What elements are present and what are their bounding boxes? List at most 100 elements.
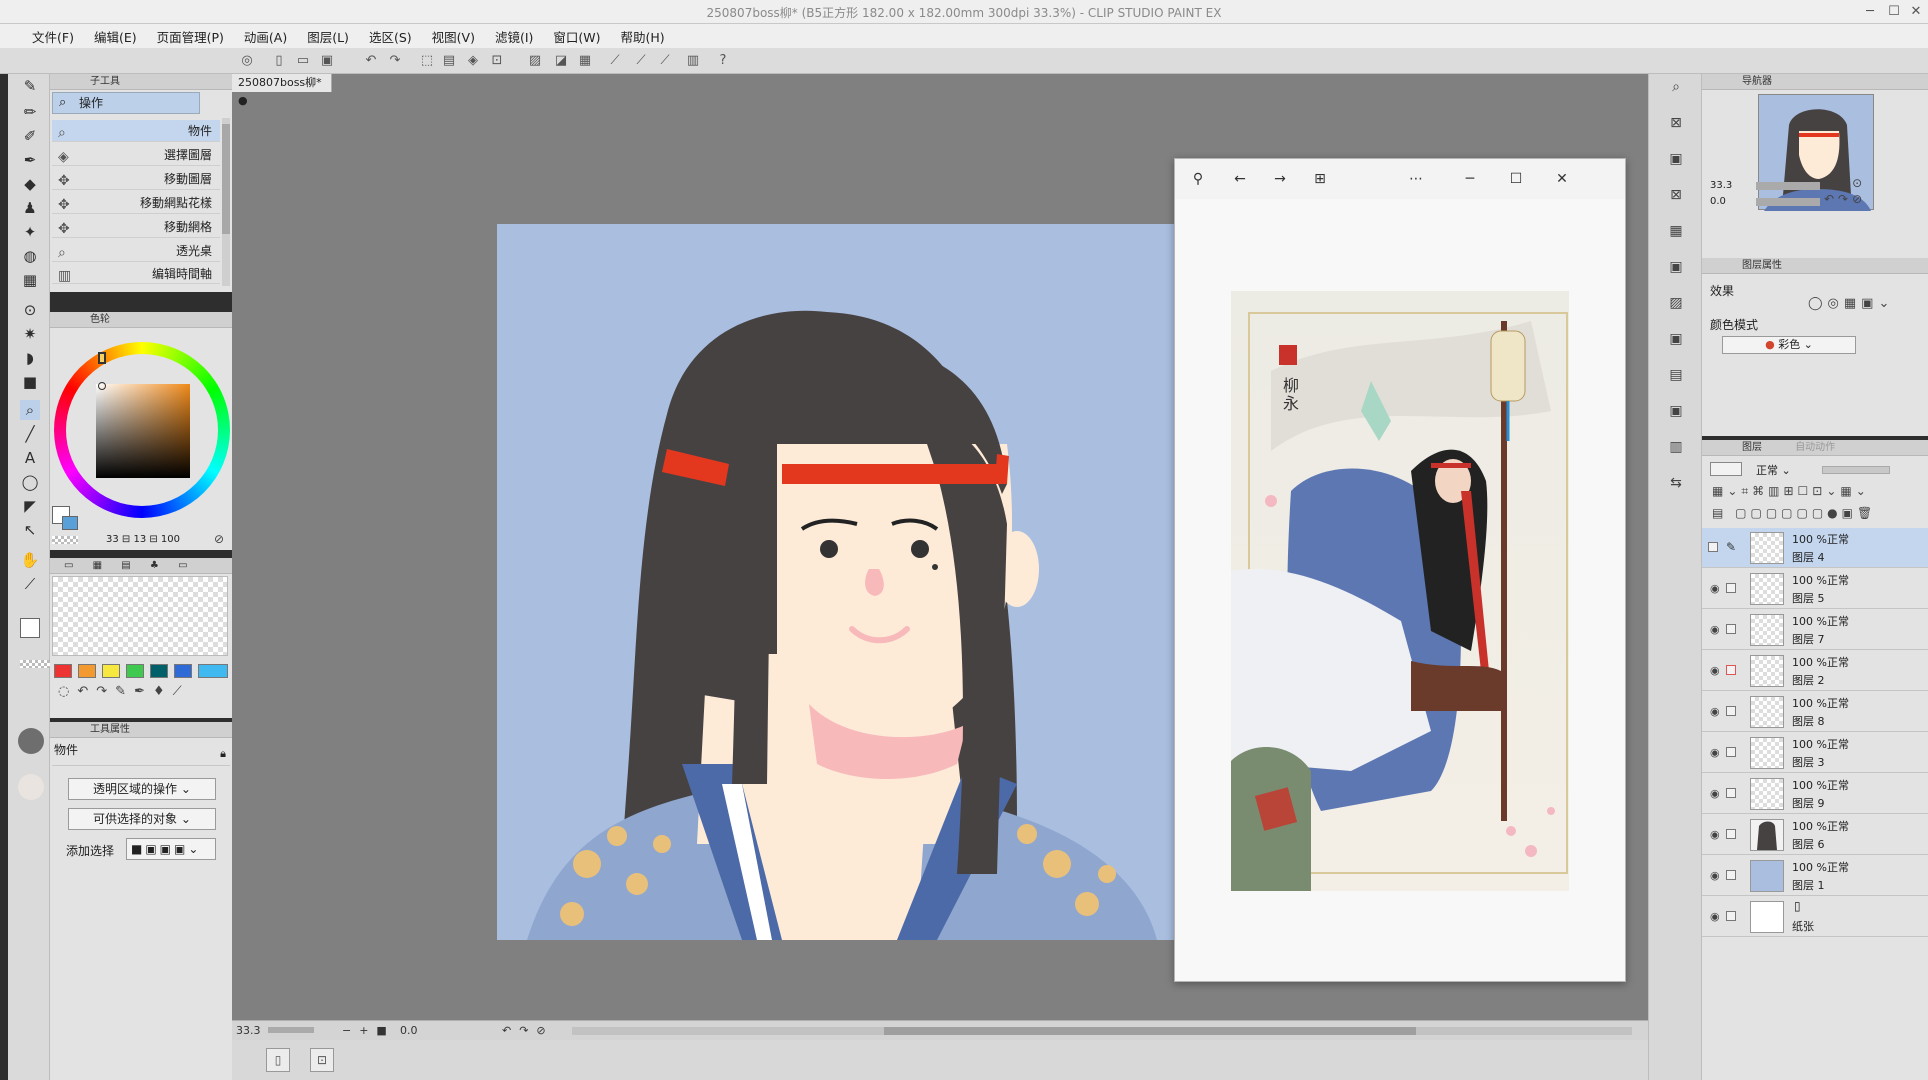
pen-icon[interactable]: ✎ — [20, 76, 40, 96]
tab-icon-3[interactable]: ▤ — [121, 560, 130, 571]
redo-swatch-icon[interactable]: ↷ — [96, 684, 115, 699]
selectable-object-dropdown[interactable]: 可供选择的对象 ⌄ — [68, 808, 216, 830]
menu-help[interactable]: 帮助(H) — [611, 27, 675, 46]
eyedropper-swatch-icon[interactable]: ⟋ — [173, 684, 190, 699]
blend-mode[interactable]: 正常 ⌄ — [1756, 462, 1791, 478]
subtool-group[interactable]: ⌕ 操作 — [52, 92, 200, 114]
invert-selection-icon[interactable]: ▤ — [440, 52, 458, 70]
add-selection-mode[interactable]: ■▣▣▣⌄ — [126, 838, 216, 860]
balloon-icon[interactable]: ◯ — [20, 472, 40, 492]
clip-studio-icon[interactable]: ◎ — [238, 52, 256, 70]
eye-icon[interactable]: ◉ — [1710, 582, 1720, 595]
color-mode-dropdown[interactable]: ● 彩色 ⌄ — [1722, 336, 1856, 354]
nav-zoom-buttons[interactable]: ⊖⊕⊙ — [1824, 176, 1866, 190]
horizontal-scrollbar[interactable] — [572, 1027, 1632, 1035]
text-tool-icon[interactable]: A — [20, 448, 40, 468]
panel-icon-10[interactable]: ⇆ — [1665, 472, 1687, 494]
snap-ruler-icon[interactable]: ⟋ — [606, 52, 624, 70]
saturation-value-square[interactable] — [96, 384, 190, 478]
subtool-timeline[interactable]: ▥ 编辑時間軸 — [52, 264, 220, 284]
swatch-teal[interactable] — [150, 664, 168, 678]
swatch-yellow[interactable] — [102, 664, 120, 678]
menu-window[interactable]: 窗口(W) — [543, 27, 610, 46]
zoom-buttons[interactable]: −+■ — [342, 1021, 395, 1041]
correct-line-icon[interactable]: ↖ — [20, 520, 40, 540]
color-mode-icon[interactable]: ⊘ — [214, 532, 224, 546]
eye-icon[interactable]: ◉ — [1710, 910, 1720, 923]
tab-icon-4[interactable]: ♣ — [150, 560, 159, 571]
image-viewer-window[interactable]: ⚲ ← → ⊞ ⋯ ─ ☐ ✕ 柳 永 — [1174, 158, 1626, 982]
color-picker-cursor[interactable] — [98, 382, 106, 390]
layer-check[interactable] — [1726, 665, 1736, 675]
layer-row-9[interactable]: ◉ 100 %正常 图层 9 — [1702, 774, 1928, 814]
undo-swatch-icon[interactable]: ↶ — [77, 684, 96, 699]
menu-file[interactable]: 文件(F) — [22, 27, 84, 46]
panel-icon-6[interactable]: ▣ — [1665, 328, 1687, 350]
viewer-close-icon[interactable]: ✕ — [1551, 169, 1573, 189]
menu-selection[interactable]: 选区(S) — [359, 27, 422, 46]
panel-icon-5[interactable]: ▨ — [1665, 292, 1687, 314]
menu-view[interactable]: 视图(V) — [422, 27, 485, 46]
minimize-button[interactable]: ─ — [1858, 2, 1882, 22]
zoom-value[interactable]: 33.3 — [236, 1021, 261, 1041]
wheel-sub-color[interactable] — [62, 516, 78, 530]
layer-tools-row2[interactable]: ▤ ▢▢▢▢▢▢●▣🗑︎ — [1712, 506, 1876, 520]
layer-check[interactable] — [1726, 911, 1736, 921]
maximize-button[interactable]: ☐ — [1882, 2, 1906, 22]
nav-zoom-slider[interactable] — [1756, 182, 1820, 190]
transform-icon[interactable]: ⊡ — [488, 52, 506, 70]
eye-icon[interactable]: ◉ — [1710, 746, 1720, 759]
drawing-canvas[interactable] — [497, 224, 1180, 940]
rotate-buttons[interactable]: ↶↷⊘ — [502, 1021, 554, 1041]
panel-icon-4[interactable]: ▣ — [1665, 256, 1687, 278]
swatch-red[interactable] — [54, 664, 72, 678]
nav-angle-value[interactable]: 0.0 — [1710, 196, 1726, 207]
wand-icon[interactable]: ✎ — [115, 684, 134, 699]
ruler-tool-icon[interactable]: ▦ — [20, 270, 40, 290]
marker-icon[interactable]: ✒ — [20, 150, 40, 170]
layer-check[interactable] — [1726, 624, 1736, 634]
panel-icon-8[interactable]: ▣ — [1665, 400, 1687, 422]
wheel-transparent[interactable] — [52, 536, 78, 544]
layer-row-6[interactable]: ◉ 100 %正常 图层 6 — [1702, 815, 1928, 855]
operation-tool-icon[interactable]: ⌕ — [20, 400, 40, 420]
layer-tools-row1[interactable]: ▦⌄⌗⌘▥⊞☐⊡⌄▦⌄ — [1712, 484, 1870, 499]
panel-icon-9[interactable]: ▥ — [1665, 436, 1687, 458]
redo-icon[interactable]: ↷ — [386, 52, 404, 70]
menu-animation[interactable]: 动画(A) — [234, 27, 297, 46]
angle-value[interactable]: 0.0 — [400, 1021, 418, 1041]
subtool-select-layer[interactable]: ◈ 選擇圖層 — [52, 144, 220, 166]
panel-icon-1[interactable]: ▣ — [1665, 148, 1687, 170]
layer-check[interactable] — [1726, 829, 1736, 839]
menu-page[interactable]: 页面管理(P) — [147, 27, 234, 46]
document-tab[interactable]: 250807boss柳* ● — [232, 74, 332, 107]
eye-icon[interactable]: ◉ — [1710, 623, 1720, 636]
tab-icon-1[interactable]: ▭ — [64, 560, 73, 571]
hand-icon[interactable]: ✋ — [20, 550, 40, 570]
brush-size-indicator[interactable] — [18, 728, 44, 754]
swatch-cyan[interactable] — [198, 664, 228, 678]
layer-row-2[interactable]: ◉ 100 %正常 图层 2 — [1702, 651, 1928, 691]
lasso-icon[interactable]: ⊙ — [20, 300, 40, 320]
transparent-preview[interactable] — [52, 576, 228, 656]
layer-row-1[interactable]: ◉ 100 %正常 图层 1 — [1702, 856, 1928, 896]
grid-view-icon[interactable]: ⊞ — [1309, 169, 1331, 189]
subtool-light-table[interactable]: ⌕ 透光桌 — [52, 240, 220, 262]
grid-icon[interactable]: ▦ — [576, 52, 594, 70]
swatch-orange[interactable] — [78, 664, 96, 678]
menu-layer[interactable]: 图层(L) — [297, 27, 359, 46]
blend-icon[interactable]: ♟ — [20, 198, 40, 218]
clear-selection-icon[interactable]: ⬚ — [418, 52, 436, 70]
eye-icon[interactable]: ◉ — [1710, 705, 1720, 718]
tab-icon-2[interactable]: ▦ — [93, 560, 102, 571]
snap-grid-icon[interactable]: ⟋ — [656, 52, 674, 70]
pen-swatch-icon[interactable]: ✒ — [134, 684, 153, 699]
layer-row-paper[interactable]: ◉ ▯ 纸张 — [1702, 897, 1928, 937]
settings-icon[interactable]: ▥ — [684, 52, 702, 70]
snap-special-ruler-icon[interactable]: ⟋ — [632, 52, 650, 70]
viewer-maximize-icon[interactable]: ☐ — [1505, 169, 1527, 189]
layer-row-4[interactable]: ✎ 100 %正常 图层 4 — [1702, 528, 1928, 568]
hue-picker-cursor[interactable] — [98, 352, 106, 364]
fit-view-icon[interactable]: ⊡ — [310, 1048, 334, 1072]
lock-icon[interactable]: 🔒︎ — [220, 744, 226, 764]
